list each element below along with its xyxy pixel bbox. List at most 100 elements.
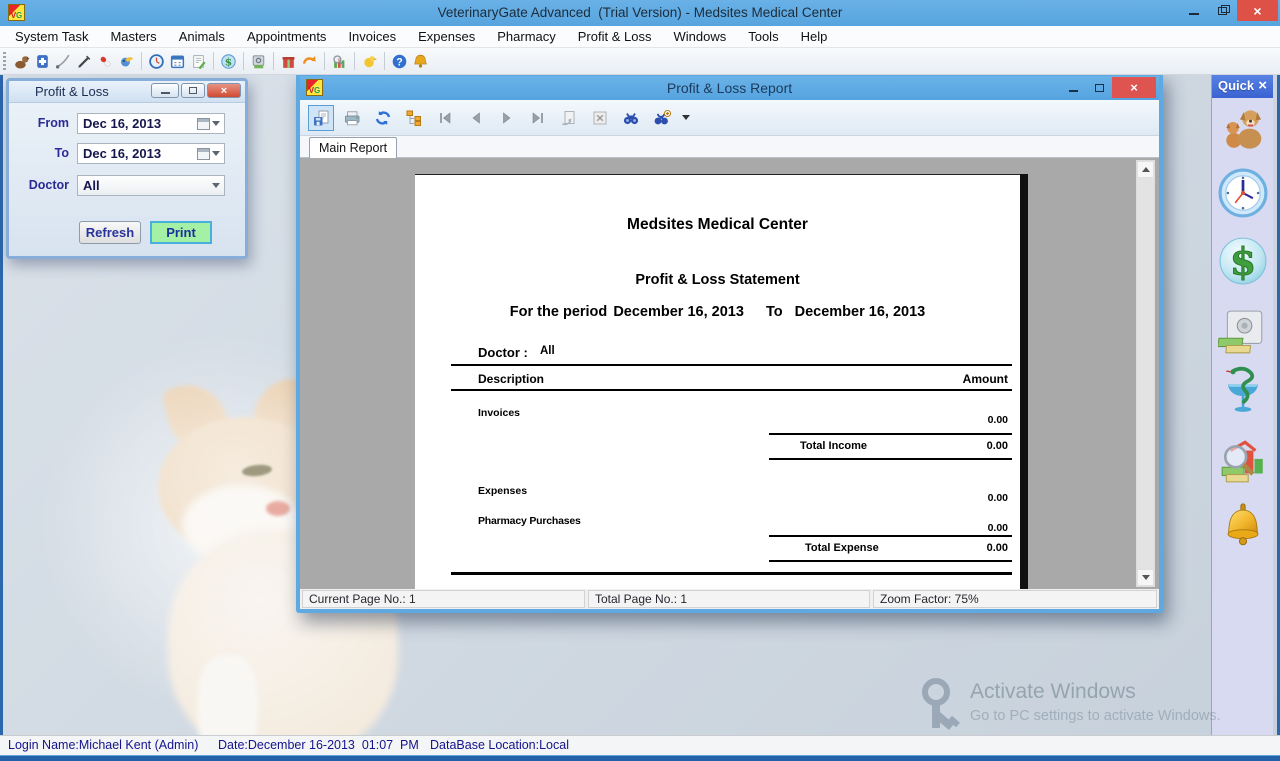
workspace: Activate Windows Go to PC settings to ac… — [0, 75, 1280, 735]
calendar-picker-icon[interactable] — [197, 148, 210, 160]
safe-icon[interactable] — [248, 51, 269, 72]
print-icon[interactable] — [339, 105, 365, 131]
dollar-icon[interactable]: $ — [1212, 236, 1274, 286]
chart-search-icon[interactable] — [329, 51, 350, 72]
menu-help[interactable]: Help — [790, 26, 839, 48]
group-tree-icon[interactable] — [401, 105, 427, 131]
menu-windows[interactable]: Windows — [662, 26, 737, 48]
first-page-icon[interactable] — [432, 105, 458, 131]
zoom-icon[interactable] — [649, 105, 675, 131]
calendar-picker-icon[interactable] — [197, 118, 210, 130]
app-title: VeterinaryGate Advanced (Trial Version) … — [0, 5, 1280, 20]
svg-text:?: ? — [396, 56, 402, 68]
menu-tools[interactable]: Tools — [737, 26, 789, 48]
gift-icon[interactable] — [278, 51, 299, 72]
menu-bar: System Task Masters Animals Appointments… — [0, 26, 1280, 48]
quick-close-icon[interactable]: × — [1258, 78, 1267, 93]
doctor-combobox[interactable]: All — [77, 175, 225, 196]
dialog-close-button[interactable]: × — [207, 83, 241, 98]
dollar-icon[interactable]: $ — [218, 51, 239, 72]
export-icon[interactable] — [308, 105, 334, 131]
from-dropdown-icon[interactable] — [212, 121, 220, 126]
key-icon — [920, 678, 964, 734]
dialog-titlebar[interactable]: Profit & Loss × — [9, 81, 245, 103]
safe-money-icon[interactable] — [1212, 308, 1274, 358]
goto-page-icon[interactable] — [556, 105, 582, 131]
row-amount: 0.00 — [812, 414, 1008, 426]
calendar-icon[interactable] — [167, 51, 188, 72]
bird-icon[interactable] — [116, 51, 137, 72]
row-label: Invoices — [478, 407, 520, 419]
refresh-icon[interactable] — [370, 105, 396, 131]
to-date-field[interactable]: Dec 16, 2013 — [77, 143, 225, 164]
refresh-button[interactable]: Refresh — [79, 221, 141, 244]
menu-system-task[interactable]: System Task — [4, 26, 99, 48]
report-window-title: Profit & Loss Report — [300, 80, 1159, 96]
row-label: Pharmacy Purchases — [478, 515, 581, 527]
vet-book-icon[interactable] — [32, 51, 53, 72]
report-doctor-value: All — [540, 345, 555, 357]
last-page-icon[interactable] — [525, 105, 551, 131]
invoice-icon[interactable] — [188, 51, 209, 72]
col-amount: Amount — [812, 372, 1008, 386]
cancel-icon[interactable] — [587, 105, 613, 131]
menu-masters[interactable]: Masters — [99, 26, 167, 48]
zoom-dropdown-icon[interactable] — [682, 115, 690, 120]
dog-icon[interactable] — [11, 51, 32, 72]
undo-icon[interactable] — [299, 51, 320, 72]
report-minimize-button[interactable] — [1060, 77, 1086, 98]
main-statusbar: Login Name:Michael Kent (Admin) Date:Dec… — [0, 735, 1280, 755]
page-shadow — [1020, 174, 1028, 589]
find-icon[interactable] — [618, 105, 644, 131]
restore-button[interactable] — [1208, 0, 1237, 21]
pharmacy-snake-icon[interactable] — [1212, 366, 1274, 416]
date-status: Date:December 16-2013 01:07 PM — [218, 738, 419, 752]
close-button[interactable]: × — [1237, 0, 1278, 21]
clock-icon[interactable] — [1212, 168, 1274, 218]
zoom-factor-status: Zoom Factor: 75% — [873, 590, 1157, 608]
bell-icon[interactable] — [1212, 502, 1274, 552]
report-company: Medsites Medical Center — [415, 216, 1020, 234]
pets-icon[interactable] — [1212, 102, 1274, 152]
report-titlebar[interactable]: VG Profit & Loss Report × — [300, 76, 1159, 100]
toolbar-grip — [3, 52, 6, 70]
menu-animals[interactable]: Animals — [168, 26, 236, 48]
to-dropdown-icon[interactable] — [212, 151, 220, 156]
print-button[interactable]: Print — [150, 221, 212, 244]
login-name-status: Login Name:Michael Kent (Admin) — [8, 738, 198, 752]
prev-page-icon[interactable] — [463, 105, 489, 131]
dialog-minimize-button[interactable] — [151, 83, 179, 98]
menu-appointments[interactable]: Appointments — [236, 26, 338, 48]
to-date-value: Dec 16, 2013 — [78, 146, 197, 161]
report-close-button[interactable]: × — [1112, 77, 1156, 98]
help-icon[interactable]: ? — [389, 51, 410, 72]
syringe-icon[interactable] — [74, 51, 95, 72]
menu-invoices[interactable]: Invoices — [337, 26, 407, 48]
row-amount: 0.00 — [812, 522, 1008, 534]
menu-pharmacy[interactable]: Pharmacy — [486, 26, 567, 48]
scrollbar-thumb[interactable] — [1137, 178, 1154, 569]
report-maximize-button[interactable] — [1086, 77, 1112, 98]
doctor-dropdown-icon[interactable] — [212, 183, 220, 188]
canary-icon[interactable] — [359, 51, 380, 72]
menu-expenses[interactable]: Expenses — [407, 26, 486, 48]
menu-profit-loss[interactable]: Profit & Loss — [567, 26, 663, 48]
from-date-field[interactable]: Dec 16, 2013 — [77, 113, 225, 134]
next-page-icon[interactable] — [494, 105, 520, 131]
report-period-line: For the period December 16, 2013 To Dece… — [415, 304, 1020, 320]
bell-icon[interactable] — [410, 51, 431, 72]
quick-panel-title: Quick — [1218, 78, 1254, 93]
report-title: Profit & Loss Statement — [415, 272, 1020, 288]
scroll-down-icon[interactable] — [1137, 569, 1154, 586]
clock-icon[interactable] — [146, 51, 167, 72]
doctor-label: Doctor — [11, 178, 69, 192]
window-bottom-border — [0, 755, 1280, 761]
minimize-button[interactable] — [1179, 0, 1208, 21]
dialog-maximize-button[interactable] — [181, 83, 205, 98]
vertical-scrollbar[interactable] — [1136, 160, 1155, 587]
tab-main-report[interactable]: Main Report — [309, 137, 397, 158]
analysis-icon[interactable] — [1212, 436, 1274, 486]
capsule-icon[interactable] — [95, 51, 116, 72]
whip-icon[interactable] — [53, 51, 74, 72]
scroll-up-icon[interactable] — [1137, 161, 1154, 178]
